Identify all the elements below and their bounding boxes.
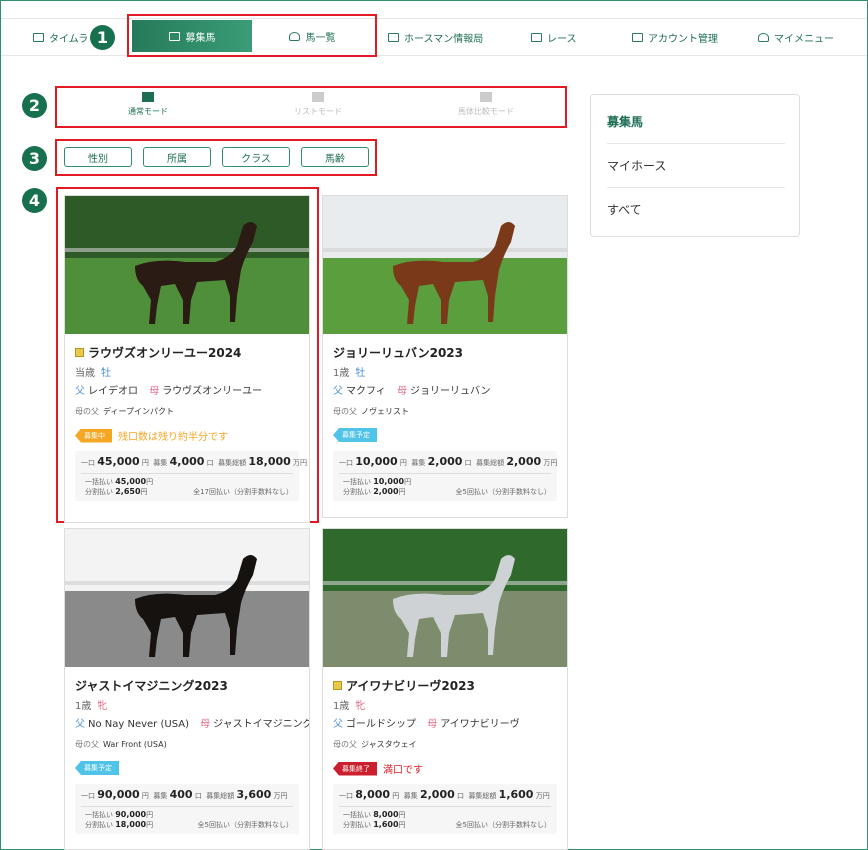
nav-item-label: タイムラ: [49, 33, 89, 45]
broodmare-sire: 母の父 ジャスタウェイ: [333, 740, 417, 749]
pedigree: 父マクフィ 母ジョリーリュバン: [333, 386, 491, 397]
horse-photo[interactable]: [65, 196, 309, 334]
mode-label: リストモード: [294, 107, 342, 116]
horse-card[interactable]: ラウヴズオンリーユー2024 当歳牡 父レイデオロ 母ラウヴズオンリーユー 母の…: [64, 195, 310, 523]
horse-photo[interactable]: [323, 529, 567, 667]
mode-horse-compare[interactable]: 馬体比較モード: [396, 92, 576, 117]
horse-card[interactable]: ジャストイマジニング2023 1歳牝 父 No Nay Never (USA) 母…: [64, 528, 310, 850]
payment-plan: 全17回払い（分割手数料なし）: [193, 488, 293, 496]
sidebar-panel: 募集馬 マイホース すべて: [590, 94, 800, 237]
sidebar-item-all[interactable]: すべて: [607, 201, 785, 218]
payment-plan: 全5回払い（分割手数料なし）: [197, 821, 293, 829]
horse-name[interactable]: ジョリーリュバン2023: [333, 344, 463, 361]
status-badge: 募集予定: [333, 428, 377, 442]
recruit-status: 募集予定: [333, 428, 383, 442]
broodmare-sire: 母の父 War Front (USA): [75, 740, 167, 749]
price-row: 一口 10,000 円 募集 2,000 口 募集総額 2,000 万円: [339, 455, 558, 468]
info-icon: [388, 32, 399, 42]
price-box: 一口 45,000 円 募集 4,000 口 募集総額 18,000 万円 一括…: [75, 451, 307, 501]
mode-normal[interactable]: 通常モード: [58, 92, 238, 117]
divider: [607, 143, 785, 144]
price-box: 一口 8,000 円 募集 2,000 口 募集総額 1,600 万円 一括払い…: [333, 784, 557, 834]
broodmare-sire: 母の父 ノヴェリスト: [333, 407, 409, 416]
status-badge: 募集終了: [333, 761, 377, 776]
divider: [339, 806, 551, 807]
mode-list[interactable]: リストモード: [228, 92, 408, 117]
status-badge: 募集中: [75, 428, 112, 443]
nav-item-race[interactable]: レース: [531, 19, 577, 55]
payment-info: 一括払い 10,000円 分割払い 2,000円: [343, 477, 412, 496]
timeline-icon: [33, 32, 44, 42]
payment-info: 一括払い 90,000円 分割払い 18,000円: [85, 810, 154, 829]
price-row: 一口 8,000 円 募集 2,000 口 募集総額 1,600 万円: [339, 788, 550, 801]
filter-affiliation-button[interactable]: 所属: [143, 147, 211, 167]
divider: [607, 187, 785, 188]
pedigree: 父ゴールドシップ 母アイワナビリーヴ: [333, 719, 520, 730]
recruit-status: 募集終了 満口です: [333, 761, 423, 776]
recruit-status: 募集中 残口数は残り約半分です: [75, 428, 228, 443]
horse-age-sex: 1歳牡: [333, 368, 366, 379]
horse-photo[interactable]: [65, 529, 309, 667]
status-badge: 募集予定: [75, 761, 119, 775]
horse-name[interactable]: ラウヴズオンリーユー2024: [75, 344, 241, 361]
nav-item-label: マイメニュー: [774, 33, 834, 45]
user-icon: [758, 32, 769, 42]
nav-item-mymenu[interactable]: マイメニュー: [758, 19, 834, 55]
broodmare-sire: 母の父 ディープインパクト: [75, 407, 174, 416]
nav-item-label: アカウント管理: [648, 33, 718, 45]
mode-label: 通常モード: [128, 107, 168, 116]
grid-mode-icon: [142, 92, 154, 102]
payment-plan: 全5回払い（分割手数料なし）: [455, 821, 551, 829]
horse-name[interactable]: アイワナビリーヴ2023: [333, 677, 475, 694]
status-note: 残口数は残り約半分です: [118, 432, 228, 443]
annotation-number-2: 2: [22, 93, 47, 118]
filter-age-button[interactable]: 馬齢: [301, 147, 369, 167]
nav-item-label: レース: [547, 33, 577, 45]
recruit-status: 募集予定: [75, 761, 125, 775]
payment-info: 一括払い 8,000円 分割払い 1,600円: [343, 810, 406, 829]
nav-item-label: ホースマン情報局: [404, 33, 484, 45]
nav-item-horseman-info[interactable]: ホースマン情報局: [388, 19, 483, 55]
mode-label: 馬体比較モード: [458, 107, 514, 116]
horse-photo[interactable]: [323, 196, 567, 334]
payment-info: 一括払い 45,000円 分割払い 2,650円: [85, 477, 154, 496]
divider: [81, 806, 293, 807]
price-row: 一口 45,000 円 募集 4,000 口 募集総額 18,000 万円: [81, 455, 308, 468]
price-row: 一口 90,000 円 募集 400 口 募集総額 3,600 万円: [81, 788, 288, 801]
horse-card[interactable]: ジョリーリュバン2023 1歳牡 父マクフィ 母ジョリーリュバン 母の父 ノヴェリ…: [322, 195, 568, 518]
nav-item-timeline[interactable]: タイムラ: [33, 19, 88, 55]
list-mode-icon: [312, 92, 324, 102]
status-note: 満口です: [383, 765, 423, 776]
pedigree: 父レイデオロ 母ラウヴズオンリーユー: [75, 386, 263, 397]
horse-name[interactable]: ジャストイマジニング2023: [75, 677, 228, 694]
nav-item-account[interactable]: アカウント管理: [632, 19, 718, 55]
divider: [81, 473, 293, 474]
divider: [339, 473, 551, 474]
horse-age-sex: 1歳牝: [75, 701, 108, 712]
horse-age-sex: 1歳牝: [333, 701, 366, 712]
horse-age-sex: 当歳牡: [75, 368, 111, 379]
sidebar-item-myhorse[interactable]: マイホース: [607, 157, 785, 174]
mj-badge-icon: [333, 681, 342, 690]
price-box: 一口 10,000 円 募集 2,000 口 募集総額 2,000 万円 一括払…: [333, 451, 557, 501]
sidebar-item-recruit[interactable]: 募集馬: [607, 113, 785, 130]
filter-sex-button[interactable]: 性別: [64, 147, 132, 167]
annotation-box-1: [127, 14, 377, 57]
mj-badge-icon: [75, 348, 84, 357]
horse-compare-icon: [480, 92, 492, 102]
annotation-number-1: 1: [90, 25, 115, 50]
annotation-number-4: 4: [22, 188, 47, 213]
pedigree: 父 No Nay Never (USA) 母ジャストイマジニング: [75, 719, 310, 730]
flag-icon: [531, 32, 542, 42]
annotation-number-3: 3: [22, 146, 47, 171]
price-box: 一口 90,000 円 募集 400 口 募集総額 3,600 万円 一括払い …: [75, 784, 299, 834]
horse-card[interactable]: アイワナビリーヴ2023 1歳牝 父ゴールドシップ 母アイワナビリーヴ 母の父ジ…: [322, 528, 568, 850]
account-icon: [632, 32, 643, 42]
payment-plan: 全5回払い（分割手数料なし）: [455, 488, 551, 496]
filter-class-button[interactable]: クラス: [222, 147, 290, 167]
